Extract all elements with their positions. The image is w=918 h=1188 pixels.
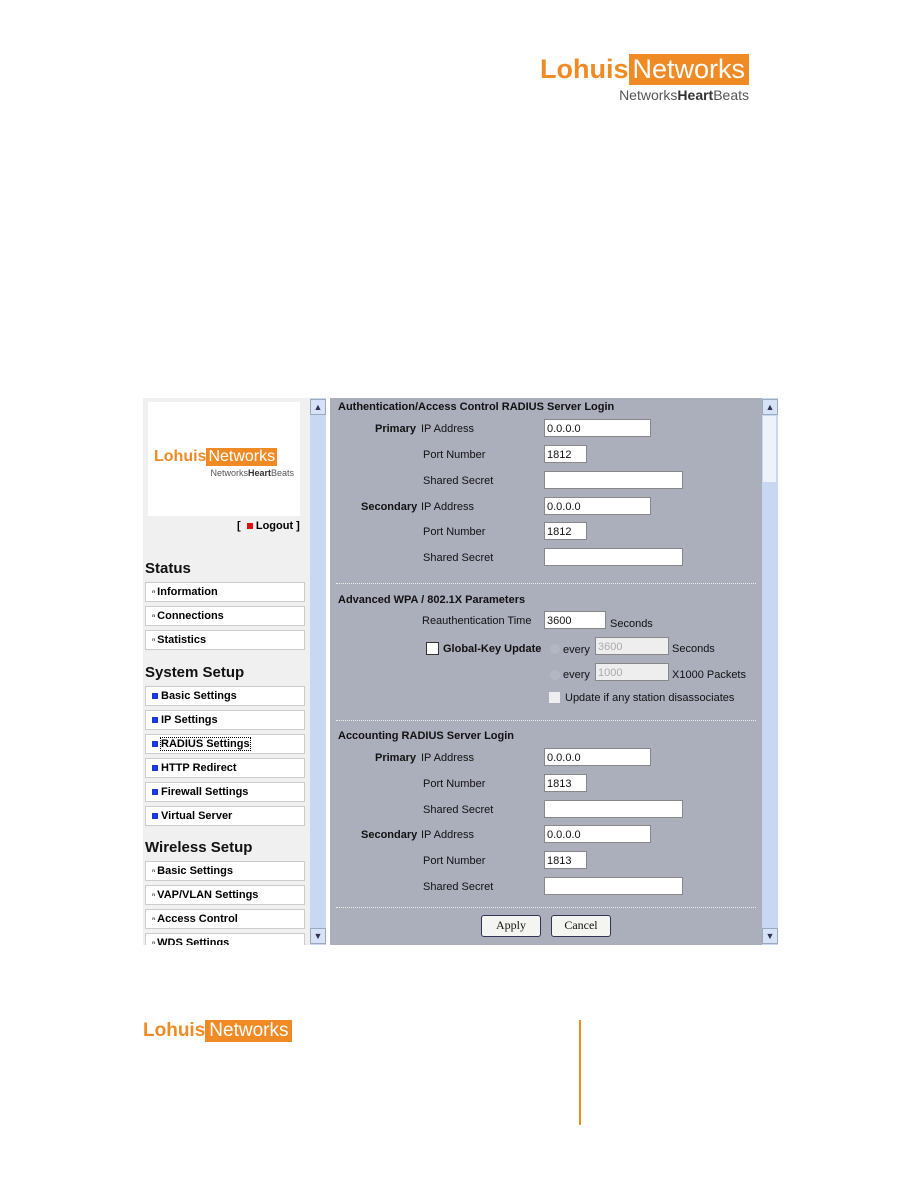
bullet-icon xyxy=(152,717,158,723)
bullet-icon xyxy=(152,813,158,819)
scroll-up-icon[interactable]: ▲ xyxy=(762,399,778,415)
global-key-label: Global-Key Update xyxy=(443,643,542,655)
radius-settings-panel: Authentication/Access Control RADIUS Ser… xyxy=(330,398,762,945)
nav-vap-vlan[interactable]: ⁿ VAP/VLAN Settings xyxy=(145,885,305,905)
every-packets-input[interactable]: 1000 xyxy=(595,663,669,681)
system-setup-heading: System Setup xyxy=(145,664,245,681)
auth-secondary-port-input[interactable]: 1812 xyxy=(544,522,587,540)
auth-primary-secret-input[interactable] xyxy=(544,471,683,489)
every-seconds-radio[interactable] xyxy=(550,644,560,654)
disassoc-checkbox[interactable] xyxy=(549,692,560,703)
nav-wireless-basic[interactable]: ⁿ Basic Settings xyxy=(145,861,305,881)
ip-label: IP Address xyxy=(421,423,474,435)
rss-icon: ⁿ xyxy=(152,867,156,876)
acct-section-title: Accounting RADIUS Server Login xyxy=(338,730,515,742)
acct-primary-port-input[interactable]: 1813 xyxy=(544,774,587,792)
auth-primary-ip-input[interactable]: 0.0.0.0 xyxy=(544,419,651,437)
status-heading: Status xyxy=(145,560,191,577)
auth-section-title: Authentication/Access Control RADIUS Ser… xyxy=(338,401,615,413)
header-logo: Lohuis Networks NetworksHeartBeats xyxy=(540,53,750,103)
auth-secondary-secret-input[interactable] xyxy=(544,548,683,566)
acct-secondary-ip-input[interactable]: 0.0.0.0 xyxy=(544,825,651,843)
cancel-button[interactable]: Cancel xyxy=(551,915,611,937)
reauth-time-input[interactable]: 3600 xyxy=(544,611,606,629)
global-key-checkbox[interactable] xyxy=(426,642,439,655)
nav-access-control[interactable]: ⁿ Access Control xyxy=(145,909,305,929)
scroll-down-icon[interactable]: ▼ xyxy=(762,928,778,944)
rss-icon: ⁿ xyxy=(152,939,156,945)
acct-primary-ip-input[interactable]: 0.0.0.0 xyxy=(544,748,651,766)
port-label: Port Number xyxy=(423,449,486,461)
nav-basic-settings[interactable]: Basic Settings xyxy=(145,686,305,706)
wpa-section-title: Advanced WPA / 802.1X Parameters xyxy=(338,594,526,606)
bullet-icon xyxy=(152,693,158,699)
secret-label: Shared Secret xyxy=(423,475,494,487)
scroll-track xyxy=(763,416,776,482)
auth-secondary-label: Secondary xyxy=(361,501,418,513)
rss-icon: ⁿ xyxy=(152,612,156,621)
logo-text-a: Lohuis xyxy=(540,53,629,84)
bullet-icon xyxy=(152,741,158,747)
logo-tagline: NetworksHeartBeats xyxy=(619,87,750,103)
footer-divider xyxy=(579,1020,581,1125)
every-seconds-input[interactable]: 3600 xyxy=(595,637,669,655)
nav-virtual-server[interactable]: Virtual Server xyxy=(145,806,305,826)
nav-information[interactable]: ⁿ Information xyxy=(145,582,305,602)
nav-wds-settings[interactable]: ⁿ WDS Settings xyxy=(145,933,305,945)
sidebar: Lohuis Networks NetworksHeartBeats [ Logo… xyxy=(143,398,310,945)
scroll-down-icon[interactable]: ▼ xyxy=(310,928,326,944)
rss-icon: ⁿ xyxy=(152,588,156,597)
scroll-up-icon[interactable]: ▲ xyxy=(310,399,326,415)
nav-radius-settings[interactable]: RADIUS Settings xyxy=(145,734,305,754)
sidebar-scrollbar[interactable]: ▲ ▼ xyxy=(310,398,326,945)
divider xyxy=(336,583,756,584)
acct-primary-secret-input[interactable] xyxy=(544,800,683,818)
bullet-icon xyxy=(152,789,158,795)
auth-primary-label: Primary xyxy=(375,423,416,435)
reauth-label: Reauthentication Time xyxy=(422,615,532,627)
bullet-icon xyxy=(152,765,158,771)
logo-text-b: Networks xyxy=(628,53,750,85)
logout-link[interactable]: [ Logout ] xyxy=(237,520,300,532)
rss-icon: ⁿ xyxy=(152,891,156,900)
nav-ip-settings[interactable]: IP Settings xyxy=(145,710,305,730)
auth-primary-port-input[interactable]: 1812 xyxy=(544,445,587,463)
nav-connections[interactable]: ⁿ Connections xyxy=(145,606,305,626)
rss-icon: ⁿ xyxy=(152,636,156,645)
apply-button[interactable]: Apply xyxy=(481,915,541,937)
logout-icon xyxy=(246,523,253,529)
nav-firewall-settings[interactable]: Firewall Settings xyxy=(145,782,305,802)
acct-secondary-port-input[interactable]: 1813 xyxy=(544,851,587,869)
nav-http-redirect[interactable]: HTTP Redirect xyxy=(145,758,305,778)
rss-icon: ⁿ xyxy=(152,915,156,924)
auth-secondary-ip-input[interactable]: 0.0.0.0 xyxy=(544,497,651,515)
acct-secondary-secret-input[interactable] xyxy=(544,877,683,895)
nav-statistics[interactable]: ⁿ Statistics xyxy=(145,630,305,650)
every-packets-radio[interactable] xyxy=(550,670,560,680)
sidebar-logo: Lohuis Networks NetworksHeartBeats xyxy=(148,402,300,516)
wireless-setup-heading: Wireless Setup xyxy=(145,839,253,856)
footer-logo: Lohuis Networks xyxy=(143,1020,293,1042)
main-scrollbar[interactable]: ▲ ▼ xyxy=(762,398,778,945)
